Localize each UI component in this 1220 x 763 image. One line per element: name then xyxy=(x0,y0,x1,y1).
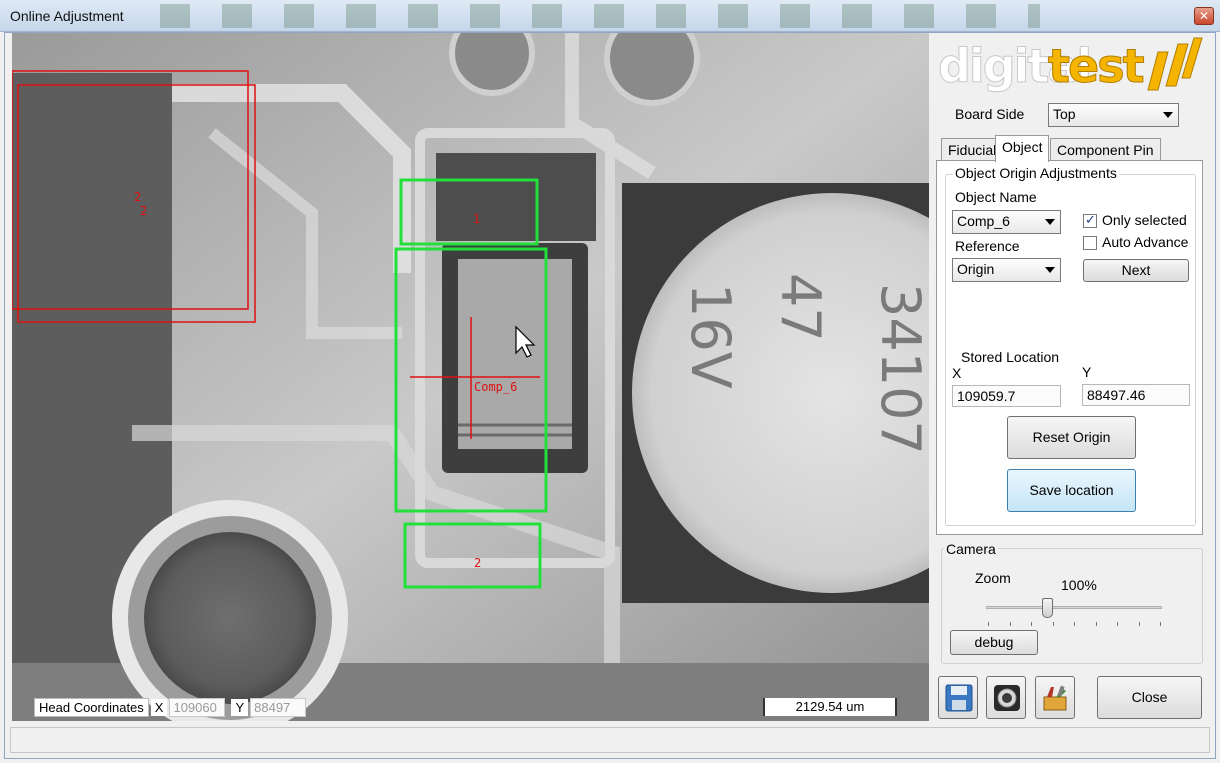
zoom-slider-tick xyxy=(988,622,989,626)
tools-button[interactable] xyxy=(1035,676,1075,719)
head-x-label: X xyxy=(150,698,168,716)
head-coordinates-label: Head Coordinates xyxy=(34,697,149,717)
logo-text-test: test xyxy=(1048,39,1144,93)
only-selected-label: Only selected xyxy=(1102,212,1187,228)
digitaltest-logo: digital test xyxy=(938,37,1203,94)
head-y-label: Y xyxy=(231,698,249,716)
tab-component-pin[interactable]: Component Pin xyxy=(1050,138,1161,160)
head-x-value: 109060 xyxy=(169,697,226,717)
overlay-label-pin2: 2 xyxy=(474,556,481,570)
tools-icon xyxy=(1043,685,1067,711)
camera-view[interactable]: 34107 47 16V 2 2 1 2 Comp_6 xyxy=(12,33,929,721)
zoom-slider-tick xyxy=(1138,622,1140,626)
overlay-label-2a: 2 xyxy=(134,190,141,204)
zoom-slider-tick xyxy=(1160,622,1161,626)
chevron-down-icon xyxy=(1045,219,1055,225)
board-side-select[interactable]: Top xyxy=(1048,103,1179,127)
chevron-down-icon xyxy=(1045,267,1055,273)
snapshot-button[interactable] xyxy=(986,676,1026,719)
close-window-icon[interactable]: ✕ xyxy=(1194,7,1214,25)
save-icon xyxy=(945,684,973,712)
stored-y-field[interactable]: 88497.46 xyxy=(1082,384,1190,406)
object-name-label: Object Name xyxy=(955,189,1037,205)
stored-x-field[interactable]: 109059.7 xyxy=(952,385,1061,407)
zoom-label: Zoom xyxy=(975,570,1011,586)
zoom-slider-tick xyxy=(1117,622,1118,626)
zoom-slider-thumb[interactable] xyxy=(1042,598,1054,618)
reference-label: Reference xyxy=(955,238,1020,254)
scale-readout: 2129.54 um xyxy=(763,698,897,716)
head-y-value: 88497 xyxy=(250,697,307,717)
overlay-label-1: 1 xyxy=(473,212,480,226)
debug-button[interactable]: debug xyxy=(950,630,1038,655)
reference-value: Origin xyxy=(957,261,995,277)
window-title: Online Adjustment xyxy=(10,8,124,24)
board-side-value: Top xyxy=(1053,106,1076,122)
stored-y-label: Y xyxy=(1082,364,1092,380)
next-button[interactable]: Next xyxy=(1083,259,1189,282)
cap-marking-2: 47 xyxy=(769,273,832,342)
camera-group-title: Camera xyxy=(944,541,998,557)
crosshair-label: Comp_6 xyxy=(474,380,517,394)
zoom-slider-tick xyxy=(1031,622,1032,626)
stored-x-label: X xyxy=(952,365,962,381)
tab-object[interactable]: Object xyxy=(995,135,1050,162)
reset-origin-button[interactable]: Reset Origin xyxy=(1007,416,1136,459)
head-coordinates: Head Coordinates X 109060 Y 88497 xyxy=(34,697,307,717)
save-location-button[interactable]: Save location xyxy=(1007,469,1136,512)
zoom-slider-tick xyxy=(1095,622,1097,626)
zoom-slider-track[interactable] xyxy=(986,606,1162,609)
close-button[interactable]: Close xyxy=(1097,676,1202,719)
auto-advance-checkbox[interactable] xyxy=(1083,236,1097,250)
cap-marking-3: 16V xyxy=(679,283,742,389)
cap-marking-1: 34107 xyxy=(869,283,929,455)
tab-fiducial[interactable]: Fiducial xyxy=(941,138,1004,160)
logo-stripes-icon xyxy=(1147,37,1203,91)
camera-icon xyxy=(994,685,1020,711)
zoom-slider-tick xyxy=(1052,622,1054,626)
auto-advance-label: Auto Advance xyxy=(1102,234,1189,250)
taskbar-thumbnails xyxy=(160,4,1040,28)
zoom-slider-tick xyxy=(1009,622,1011,626)
zoom-value: 100% xyxy=(1061,577,1097,593)
object-name-value: Comp_6 xyxy=(957,213,1010,229)
title-bar: Online Adjustment ✕ xyxy=(0,0,1220,32)
reference-select[interactable]: Origin xyxy=(952,258,1061,282)
object-origin-title: Object Origin Adjustments xyxy=(953,165,1119,181)
save-button[interactable] xyxy=(938,676,978,719)
stored-location-label: Stored Location xyxy=(961,349,1060,365)
chevron-down-icon xyxy=(1163,112,1173,118)
object-name-select[interactable]: Comp_6 xyxy=(952,210,1061,234)
overlay-label-2b: 2 xyxy=(140,204,147,218)
camera-image: 34107 47 16V 2 2 1 2 Comp_6 xyxy=(12,33,929,721)
zoom-slider-tick xyxy=(1074,622,1075,626)
status-bar xyxy=(10,727,1210,753)
only-selected-checkbox[interactable] xyxy=(1083,212,1097,228)
board-side-label: Board Side xyxy=(955,106,1025,122)
